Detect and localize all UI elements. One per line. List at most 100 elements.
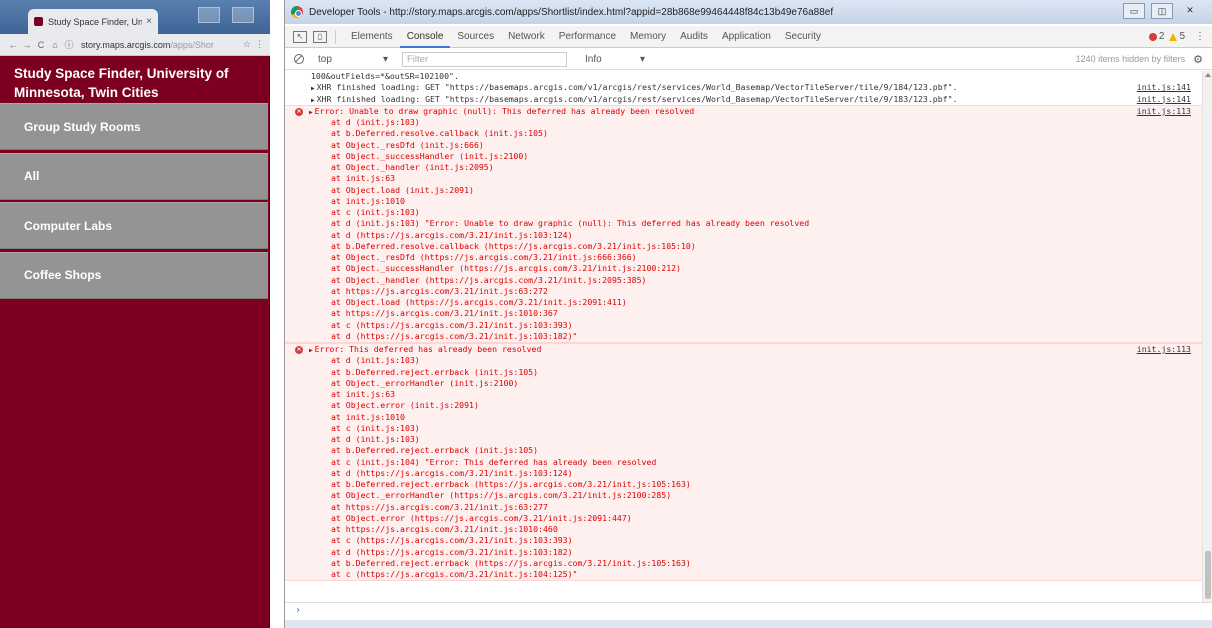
stack-frame[interactable]: at c (init.js:103) — [309, 423, 1203, 434]
tab-console[interactable]: Console — [399, 26, 451, 48]
scrollbar-thumb[interactable] — [1205, 551, 1211, 599]
menu-item-group-study-rooms[interactable]: Group Study Rooms — [0, 103, 268, 150]
expand-triangle-icon[interactable]: ▶ — [309, 347, 313, 354]
stack-frame[interactable]: at b.Deferred.reject.errback (https://js… — [309, 558, 1203, 569]
menu-item-all[interactable]: All — [0, 152, 268, 200]
log-line[interactable]: ▶ XHR finished loading: GET "https://base… — [285, 94, 1203, 105]
stack-frame[interactable]: at Object._successHandler (https://js.ar… — [309, 263, 1203, 274]
tab-sources[interactable]: Sources — [450, 26, 501, 48]
minimize-button[interactable]: ▭ — [1123, 3, 1145, 19]
back-arrow-icon[interactable]: ← — [6, 40, 20, 50]
source-link[interactable]: init.js:141 — [1137, 94, 1191, 105]
forward-arrow-icon[interactable]: → — [20, 40, 34, 50]
stack-frame[interactable]: at init.js:63 — [309, 173, 1203, 184]
stack-frame[interactable]: at Object._resDfd (init.js:666) — [309, 140, 1203, 151]
expand-triangle-icon[interactable]: ▶ — [311, 85, 315, 92]
tab-close-icon[interactable]: × — [146, 16, 152, 27]
browser-menu-icon[interactable]: ⋮ — [255, 39, 264, 50]
stack-frame[interactable]: at Object._handler (init.js:2095) — [309, 162, 1203, 173]
stack-frame[interactable]: at Object._handler (https://js.arcgis.co… — [309, 275, 1203, 286]
menu-item-coffee-shops[interactable]: Coffee Shops — [0, 251, 268, 299]
tab-security[interactable]: Security — [778, 26, 828, 48]
context-value: top — [318, 53, 332, 65]
tab-audits[interactable]: Audits — [673, 26, 715, 48]
stack-frame[interactable]: at c (https://js.arcgis.com/3.21/init.js… — [309, 535, 1203, 546]
stack-frame[interactable]: at https://js.arcgis.com/3.21/init.js:63… — [309, 286, 1203, 297]
stack-frame[interactable]: at b.Deferred.resolve.callback (init.js:… — [309, 128, 1203, 139]
devtools-window: Developer Tools - http://story.maps.arcg… — [284, 0, 1212, 628]
close-button[interactable]: ✕ — [1179, 3, 1201, 19]
browser-tab[interactable]: Study Space Finder, Univ × — [28, 9, 158, 34]
stack-frame[interactable]: at d (init.js:103) "Error: Unable to dra… — [309, 218, 1203, 229]
stack-frame[interactable]: at init.js:63 — [309, 389, 1203, 400]
stack-frame[interactable]: at https://js.arcgis.com/3.21/init.js:10… — [309, 524, 1203, 535]
stack-frame[interactable]: at https://js.arcgis.com/3.21/init.js:10… — [309, 308, 1203, 319]
source-link[interactable]: init.js:113 — [1137, 106, 1191, 117]
stack-frame[interactable]: at d (https://js.arcgis.com/3.21/init.js… — [309, 230, 1203, 241]
log-text: 100&outFields=*&outSR=102100". — [311, 71, 459, 81]
menu-item-computer-labs[interactable]: Computer Labs — [0, 202, 268, 249]
error-count-icon — [1148, 32, 1157, 41]
stack-frame[interactable]: at Object._errorHandler (https://js.arcg… — [309, 490, 1203, 501]
tab-network[interactable]: Network — [501, 26, 552, 48]
device-toolbar-icon[interactable]: ▯ — [313, 30, 327, 43]
stack-frame[interactable]: at d (https://js.arcgis.com/3.21/init.js… — [309, 547, 1203, 558]
stack-frame[interactable]: at b.Deferred.reject.errback (init.js:10… — [309, 445, 1203, 456]
tab-application[interactable]: Application — [715, 26, 778, 48]
stack-frame[interactable]: at d (init.js:103) — [309, 355, 1203, 366]
source-link[interactable]: init.js:113 — [1137, 344, 1191, 355]
reload-icon[interactable]: C — [34, 40, 48, 50]
log-line[interactable]: 100&outFields=*&outSR=102100". — [285, 71, 1203, 82]
expand-triangle-icon[interactable]: ▶ — [309, 109, 313, 116]
stack-frame[interactable]: at init.js:1010 — [309, 412, 1203, 423]
inspect-element-icon[interactable]: ↖ — [293, 30, 307, 43]
stack-frame[interactable]: at c (https://js.arcgis.com/3.21/init.js… — [309, 320, 1203, 331]
stack-frame[interactable]: at Object.error (https://js.arcgis.com/3… — [309, 513, 1203, 524]
profile-icon[interactable] — [198, 7, 220, 23]
gear-icon[interactable]: ⚙ — [1193, 53, 1203, 66]
stack-frame[interactable]: at b.Deferred.reject.errback (https://js… — [309, 479, 1203, 490]
stack-frame[interactable]: at Object._successHandler (init.js:2100) — [309, 151, 1203, 162]
log-level-select[interactable]: Info ▾ — [585, 54, 645, 65]
log-line[interactable]: ▶ XHR finished loading: GET "https://base… — [285, 82, 1203, 93]
stack-frame[interactable]: at Object._resDfd (https://js.arcgis.com… — [309, 252, 1203, 263]
stack-frame[interactable]: at d (https://js.arcgis.com/3.21/init.js… — [309, 331, 1203, 342]
log-block: 100&outFields=*&outSR=102100". ▶ XHR finis… — [285, 71, 1203, 105]
bookmark-star-icon[interactable]: ☆ — [243, 39, 251, 50]
tab-performance[interactable]: Performance — [552, 26, 623, 48]
window-minimize-button[interactable] — [232, 7, 254, 23]
devtools-menu-icon[interactable]: ⋮ — [1195, 31, 1205, 42]
console-scrollbar[interactable] — [1202, 71, 1212, 602]
stack-frame[interactable]: at c (init.js:104) "Error: This deferred… — [309, 457, 1203, 468]
error-message-line[interactable]: ▶ Error: Unable to draw graphic (null): T… — [285, 106, 1203, 117]
stack-frame[interactable]: at https://js.arcgis.com/3.21/init.js:63… — [309, 502, 1203, 513]
expand-triangle-icon[interactable]: ▶ — [311, 97, 315, 104]
filter-input[interactable]: Filter — [402, 51, 567, 67]
stack-frame[interactable]: at Object.load (https://js.arcgis.com/3.… — [309, 297, 1203, 308]
clear-console-icon[interactable] — [294, 54, 304, 64]
url-input[interactable]: story.maps.arcgis.com/apps/Shor — [81, 40, 239, 50]
stack-frame[interactable]: at b.Deferred.resolve.callback (https://… — [309, 241, 1203, 252]
context-select[interactable]: top ▾ — [318, 54, 388, 65]
stack-frame[interactable]: at c (https://js.arcgis.com/3.21/init.js… — [309, 569, 1203, 580]
stack-frame[interactable]: at c (init.js:103) — [309, 207, 1203, 218]
stack-frame[interactable]: at d (init.js:103) — [309, 117, 1203, 128]
source-link[interactable]: init.js:141 — [1137, 82, 1191, 93]
stack-frame[interactable]: at Object.error (init.js:2091) — [309, 400, 1203, 411]
maximize-button[interactable]: ◫ — [1151, 3, 1173, 19]
stack-frame[interactable]: at b.Deferred.reject.errback (init.js:10… — [309, 367, 1203, 378]
scroll-up-icon[interactable] — [1205, 73, 1211, 77]
stack-frame[interactable]: at init.js:1010 — [309, 196, 1203, 207]
tab-memory[interactable]: Memory — [623, 26, 673, 48]
home-icon[interactable]: ⌂ — [48, 40, 62, 50]
stack-frame[interactable]: at Object.load (init.js:2091) — [309, 185, 1203, 196]
tab-elements[interactable]: Elements — [344, 26, 400, 48]
devtools-tab-bar: ↖ ▯ Elements Console Sources Network Perform… — [285, 26, 1212, 48]
stack-frame[interactable]: at d (init.js:103) — [309, 434, 1203, 445]
error-message: Error: This deferred has already been re… — [314, 344, 542, 354]
error-message-line[interactable]: ▶ Error: This deferred has already been r… — [285, 344, 1203, 355]
stack-frame[interactable]: at Object._errorHandler (init.js:2100) — [309, 378, 1203, 389]
console-prompt[interactable]: › — [285, 602, 1212, 620]
issue-counters[interactable]: 2 5 ⋮ — [1148, 31, 1212, 42]
stack-frame[interactable]: at d (https://js.arcgis.com/3.21/init.js… — [309, 468, 1203, 479]
